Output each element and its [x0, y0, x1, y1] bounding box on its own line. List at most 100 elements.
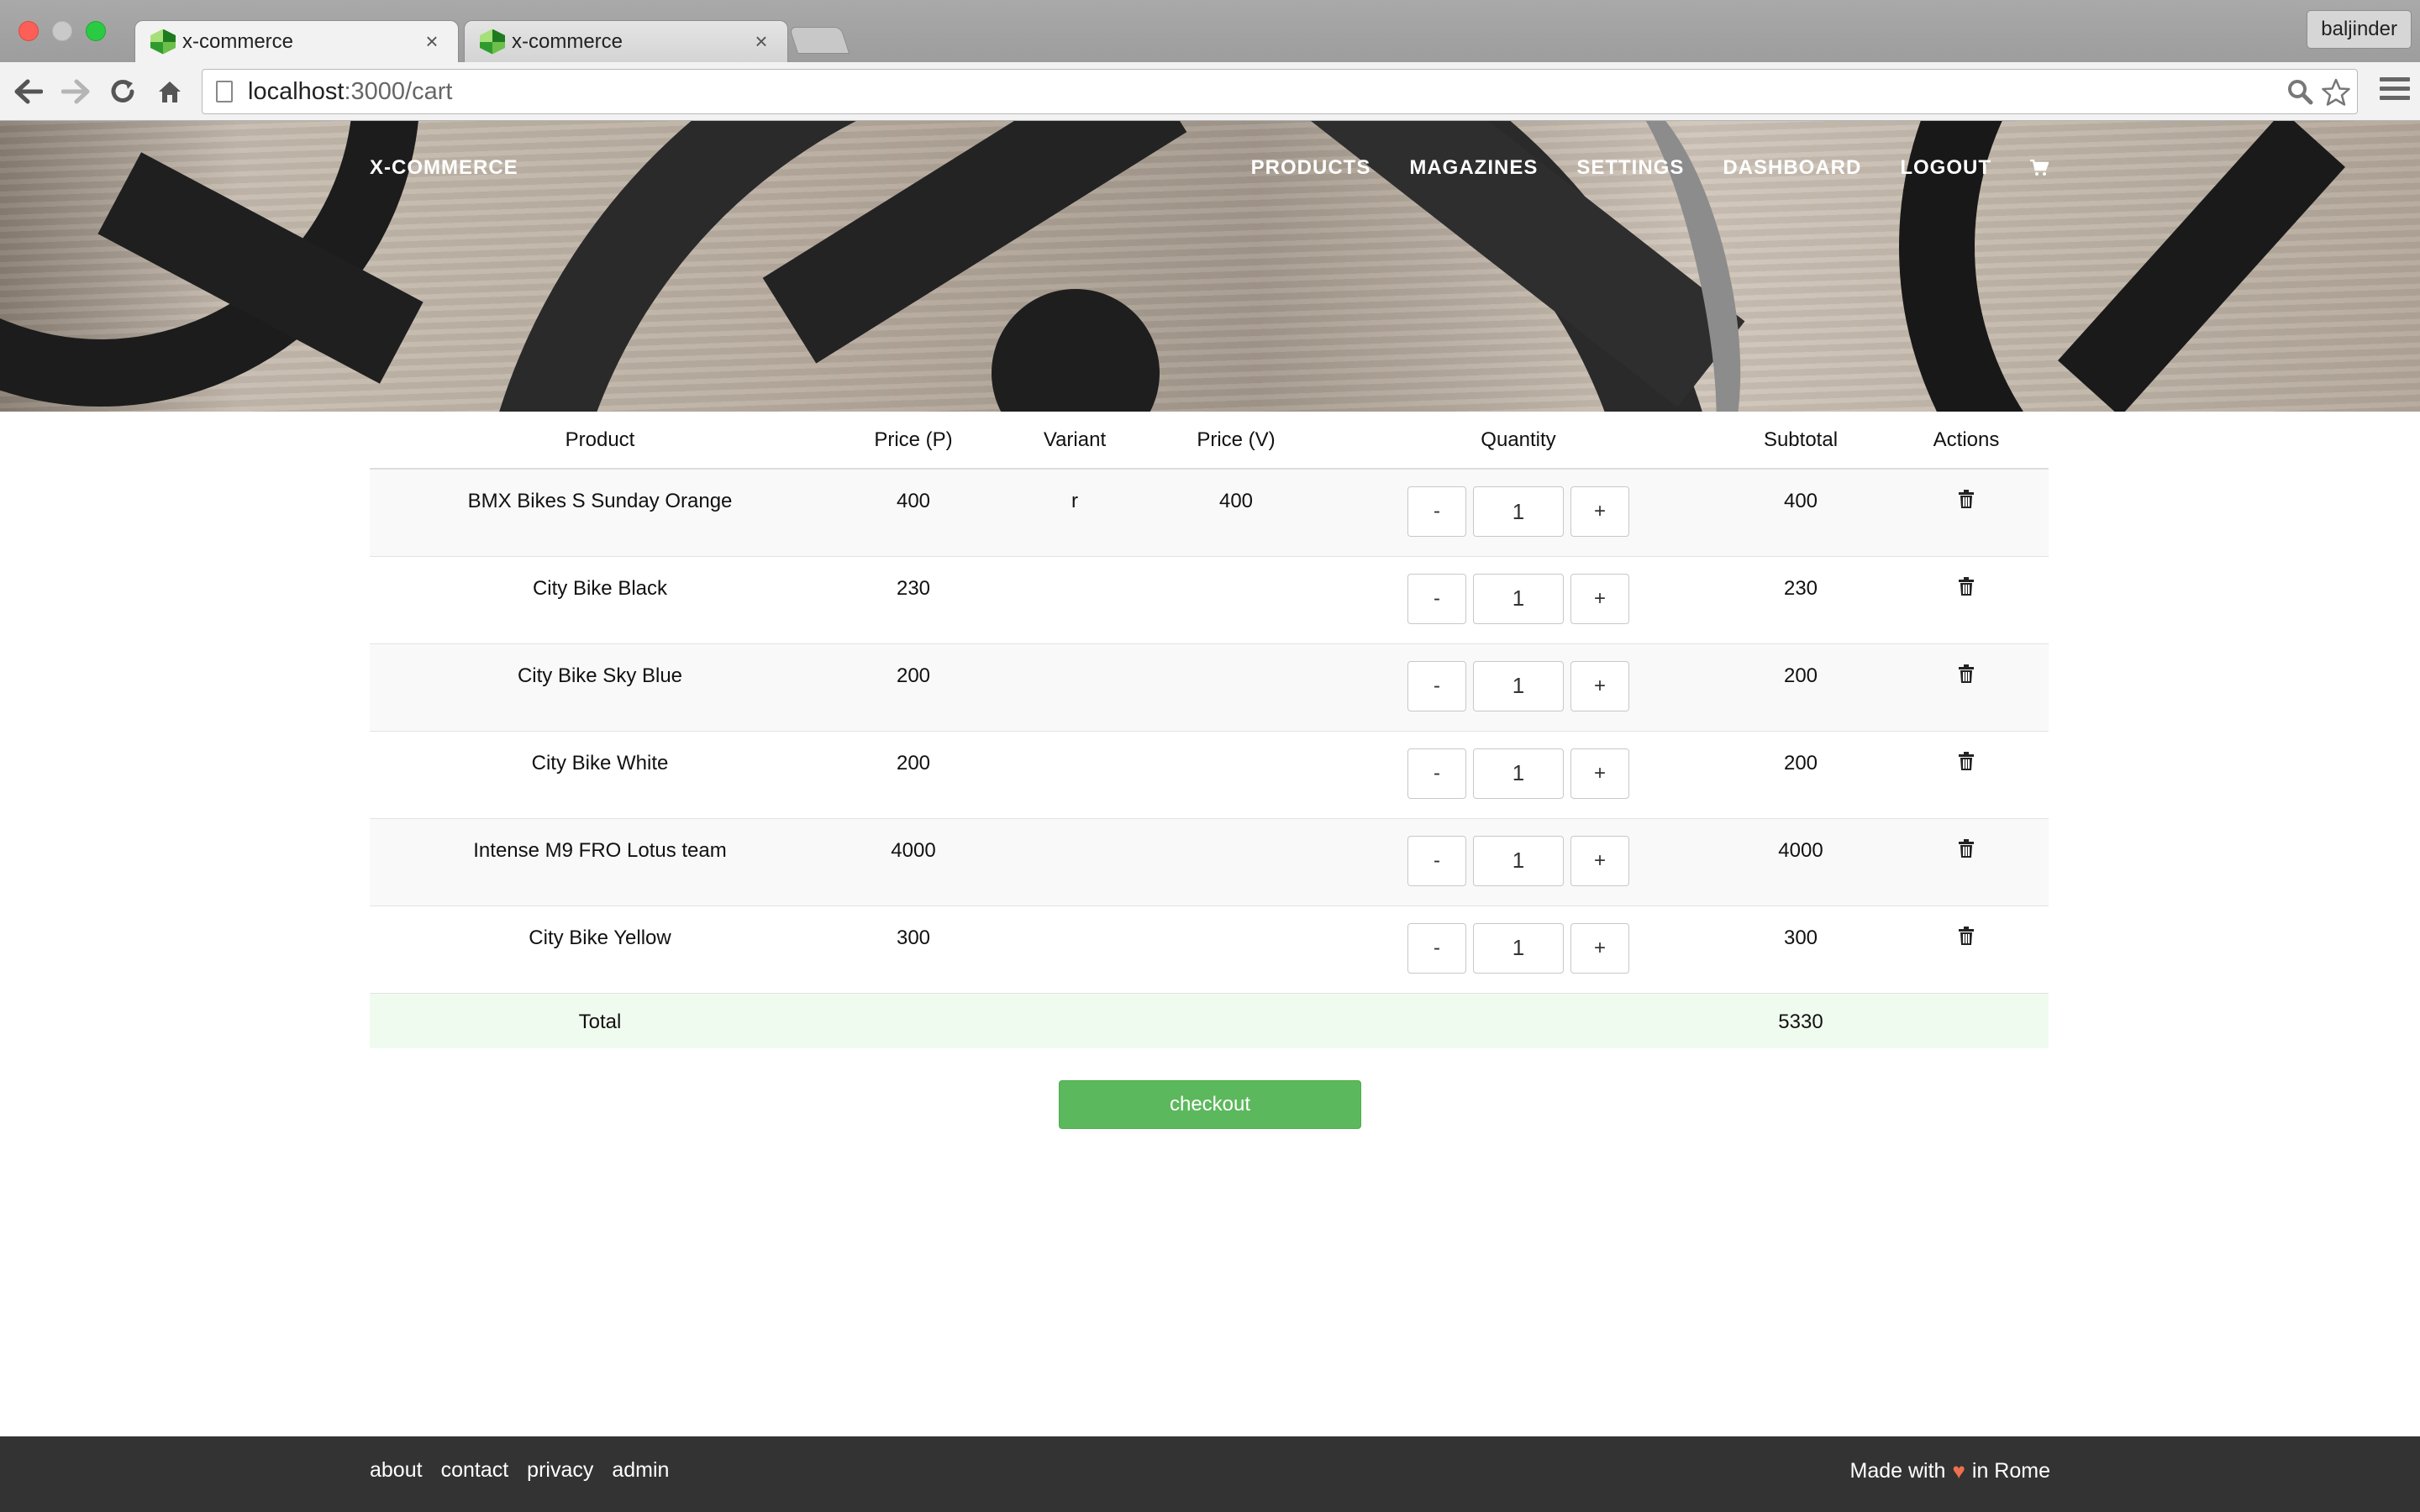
decrease-quantity-button[interactable]: -: [1407, 748, 1466, 799]
price-v: [1153, 555, 1319, 643]
quantity-input[interactable]: [1473, 486, 1564, 537]
variant: [997, 817, 1153, 906]
increase-quantity-button[interactable]: +: [1570, 922, 1629, 974]
site-favicon-icon: [480, 29, 505, 55]
table-row: City Bike Yellow300-+300: [370, 905, 2049, 993]
address-bar[interactable]: localhost:3000/cart: [202, 69, 2358, 114]
price-p: 200: [830, 730, 997, 818]
increase-quantity-button[interactable]: +: [1570, 748, 1629, 799]
nav-links: PRODUCTS MAGAZINES SETTINGS DASHBOARD LO…: [1251, 156, 2049, 180]
header-quantity: Quantity: [1319, 412, 1718, 470]
variant: [997, 730, 1153, 818]
subtotal: 300: [1718, 905, 1884, 993]
product-name: City Bike Black: [370, 555, 830, 643]
new-tab-button[interactable]: [788, 27, 850, 54]
increase-quantity-button[interactable]: +: [1570, 486, 1629, 537]
increase-quantity-button[interactable]: +: [1570, 573, 1629, 624]
footer-link-admin[interactable]: admin: [612, 1458, 669, 1483]
product-name: City Bike White: [370, 730, 830, 818]
close-window-button[interactable]: [18, 21, 39, 41]
footer-link-contact[interactable]: contact: [441, 1458, 509, 1483]
quantity-input[interactable]: [1473, 573, 1564, 624]
nav-magazines[interactable]: MAGAZINES: [1409, 156, 1538, 180]
quantity-stepper: -+: [1319, 835, 1718, 886]
variant: [997, 555, 1153, 643]
footer-link-about[interactable]: about: [370, 1458, 423, 1483]
quantity-cell: -+: [1319, 468, 1718, 556]
actions-cell: [1884, 817, 2049, 906]
maximize-window-button[interactable]: [86, 21, 106, 41]
table-row: City Bike Sky Blue200-+200: [370, 643, 2049, 731]
table-row: Intense M9 FRO Lotus team4000-+4000: [370, 817, 2049, 906]
tab-close-icon[interactable]: ×: [421, 29, 443, 55]
price-p: 230: [830, 555, 997, 643]
search-icon[interactable]: [2286, 78, 2313, 112]
quantity-stepper: -+: [1319, 660, 1718, 711]
back-arrow-icon[interactable]: [10, 74, 47, 109]
trash-icon[interactable]: [1959, 926, 1974, 945]
bookmark-star-icon[interactable]: [2322, 78, 2350, 113]
subtotal: 400: [1718, 468, 1884, 556]
price-v: [1153, 817, 1319, 906]
variant: [997, 643, 1153, 731]
quantity-cell: -+: [1319, 555, 1718, 643]
increase-quantity-button[interactable]: +: [1570, 660, 1629, 711]
browser-tab-2[interactable]: x-commerce ×: [464, 20, 788, 62]
checkout-button[interactable]: checkout: [1059, 1080, 1361, 1129]
forward-arrow-icon[interactable]: [57, 74, 94, 109]
subtotal: 200: [1718, 643, 1884, 731]
quantity-cell: -+: [1319, 905, 1718, 993]
trash-icon[interactable]: [1959, 751, 1974, 770]
tab-close-icon[interactable]: ×: [750, 29, 772, 55]
browser-menu-icon[interactable]: [2380, 77, 2410, 104]
header-variant: Variant: [997, 412, 1153, 470]
browser-tab-1[interactable]: x-commerce ×: [134, 20, 459, 62]
decrease-quantity-button[interactable]: -: [1407, 486, 1466, 537]
total-value: 5330: [1718, 992, 1884, 1048]
quantity-input[interactable]: [1473, 660, 1564, 711]
price-p: 4000: [830, 817, 997, 906]
price-p: 300: [830, 905, 997, 993]
trash-icon[interactable]: [1959, 576, 1974, 596]
quantity-cell: -+: [1319, 817, 1718, 906]
brand-logo[interactable]: X-COMMERCE: [370, 156, 518, 180]
quantity-input[interactable]: [1473, 748, 1564, 799]
nav-logout[interactable]: LOGOUT: [1900, 156, 1991, 180]
actions-cell: [1884, 730, 2049, 818]
decrease-quantity-button[interactable]: -: [1407, 573, 1466, 624]
quantity-input[interactable]: [1473, 835, 1564, 886]
subtotal: 200: [1718, 730, 1884, 818]
decrease-quantity-button[interactable]: -: [1407, 922, 1466, 974]
subtotal: 4000: [1718, 817, 1884, 906]
price-v: [1153, 905, 1319, 993]
footer-link-privacy[interactable]: privacy: [527, 1458, 593, 1483]
nav-settings[interactable]: SETTINGS: [1576, 156, 1684, 180]
header-product: Product: [370, 412, 830, 470]
profile-button[interactable]: baljinder: [2307, 10, 2412, 49]
made-with-text: Made with ♥ in Rome: [1850, 1458, 2050, 1484]
home-icon[interactable]: [151, 74, 188, 109]
header-price-v: Price (V): [1153, 412, 1319, 470]
tab-title: x-commerce: [512, 29, 623, 53]
product-name: BMX Bikes S Sunday Orange: [370, 468, 830, 556]
table-header-row: Product Price (P) Variant Price (V) Quan…: [370, 412, 2049, 470]
increase-quantity-button[interactable]: +: [1570, 835, 1629, 886]
made-with-prefix: Made with: [1849, 1459, 1946, 1483]
decrease-quantity-button[interactable]: -: [1407, 835, 1466, 886]
minimize-window-button[interactable]: [52, 21, 72, 41]
trash-icon[interactable]: [1959, 490, 1974, 508]
quantity-input[interactable]: [1473, 922, 1564, 974]
actions-cell: [1884, 555, 2049, 643]
decrease-quantity-button[interactable]: -: [1407, 660, 1466, 711]
trash-icon[interactable]: [1959, 838, 1974, 858]
trash-icon[interactable]: [1959, 664, 1974, 683]
url-text[interactable]: localhost:3000/cart: [248, 78, 452, 106]
heart-icon: ♥: [1952, 1458, 1965, 1483]
reload-icon[interactable]: [104, 74, 141, 109]
table-row: BMX Bikes S Sunday Orange400r400-+400: [370, 468, 2049, 556]
cart-icon[interactable]: [2030, 159, 2049, 176]
header-price-p: Price (P): [830, 412, 997, 470]
nav-products[interactable]: PRODUCTS: [1251, 156, 1371, 180]
nav-dashboard[interactable]: DASHBOARD: [1723, 156, 1861, 180]
quantity-cell: -+: [1319, 643, 1718, 731]
